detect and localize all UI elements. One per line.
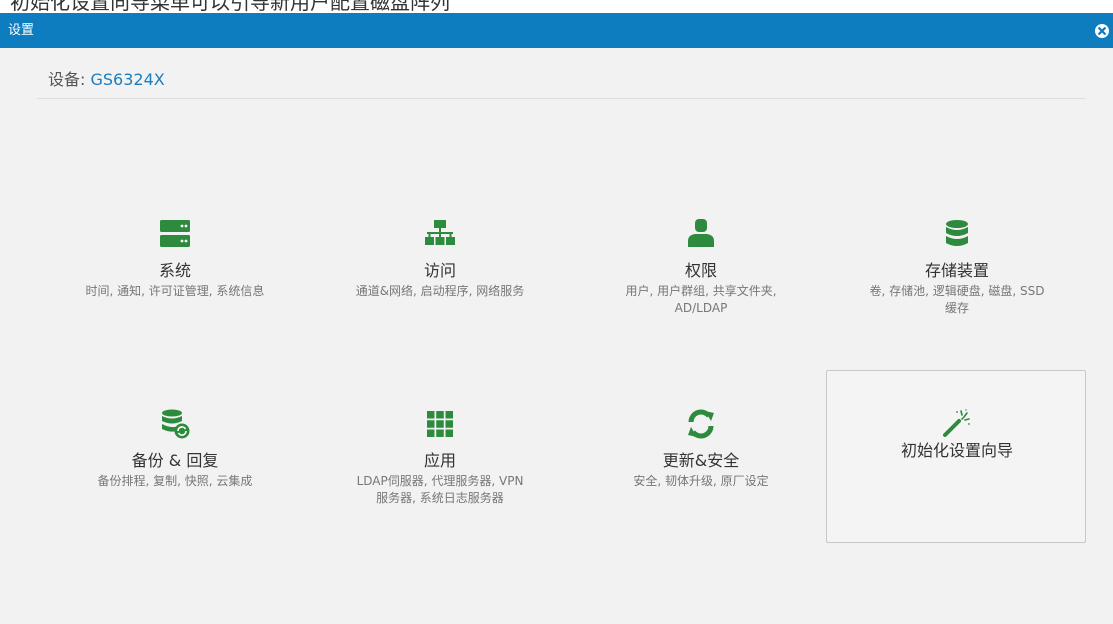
tile-description: 卷, 存储池, 逻辑硬盘, 磁盘, SSD 缓存: [869, 284, 1045, 315]
tile-name: 存储装置: [924, 261, 989, 280]
grid-icon: [427, 411, 453, 437]
settings-window: 设置 设备: GS6324X 系统 时间, 通知, 许可证管理, 系统信息 访问…: [0, 13, 1113, 624]
tile-description: 时间, 通知, 许可证管理, 系统信息: [85, 284, 265, 298]
tile-description: 用户, 用户群组, 共享文件夹, AD/LDAP: [625, 284, 777, 315]
device-row: 设备: GS6324X: [37, 48, 1085, 99]
tile-name: 访问: [423, 261, 456, 280]
tile-description: 备份排程, 复制, 快照, 云集成: [97, 474, 253, 488]
tile-access[interactable]: 访问 通道&网络, 启动程序, 网络服务: [309, 218, 569, 390]
tile-name: 权限: [684, 261, 717, 280]
settings-content: 设备: GS6324X 系统 时间, 通知, 许可证管理, 系统信息 访问 通道…: [37, 48, 1113, 624]
user-icon: [688, 219, 714, 247]
device-name: GS6324X: [90, 70, 165, 89]
titlebar: 设置: [0, 13, 1113, 48]
tile-setup-wizard[interactable]: 初始化设置向导: [826, 370, 1086, 543]
tile-name: 更新&安全: [662, 451, 740, 470]
close-icon[interactable]: [1094, 23, 1110, 39]
database-icon: [946, 220, 968, 246]
tile-description: 安全, 韧体升级, 原厂设定: [633, 474, 769, 488]
tile-name: 备份 & 回复: [131, 451, 219, 470]
server-icon: [160, 220, 190, 247]
page-caption: 初始化设置向导菜单可以引导新用户配置磁盘阵列: [10, 0, 450, 13]
refresh-icon: [688, 409, 714, 439]
tile-system[interactable]: 系统 时间, 通知, 许可证管理, 系统信息: [44, 218, 304, 390]
tile-storage[interactable]: 存储装置 卷, 存储池, 逻辑硬盘, 磁盘, SSD 缓存: [826, 218, 1086, 390]
tile-name: 系统: [158, 261, 191, 280]
tile-update-security[interactable]: 更新&安全 安全, 韧体升级, 原厂设定: [570, 408, 830, 580]
device-label: 设备:: [48, 70, 86, 89]
tile-name: 应用: [423, 451, 456, 470]
tile-backup[interactable]: 备份 & 回复 备份排程, 复制, 快照, 云集成: [44, 408, 304, 580]
tile-permissions[interactable]: 权限 用户, 用户群组, 共享文件夹, AD/LDAP: [570, 218, 830, 390]
tile-description: 通道&网络, 启动程序, 网络服务: [355, 284, 525, 298]
network-icon: [425, 220, 455, 245]
tile-description: LDAP伺服器, 代理服务器, VPN 服务器, 系统日志服务器: [356, 474, 524, 505]
backup-icon: [162, 409, 190, 439]
tile-applications[interactable]: 应用 LDAP伺服器, 代理服务器, VPN 服务器, 系统日志服务器: [309, 408, 569, 580]
magic-wand-icon: [943, 409, 970, 437]
window-title: 设置: [8, 23, 35, 38]
tile-name: 初始化设置向导: [900, 441, 1013, 460]
device-info: 设备: GS6324X: [48, 66, 165, 90]
